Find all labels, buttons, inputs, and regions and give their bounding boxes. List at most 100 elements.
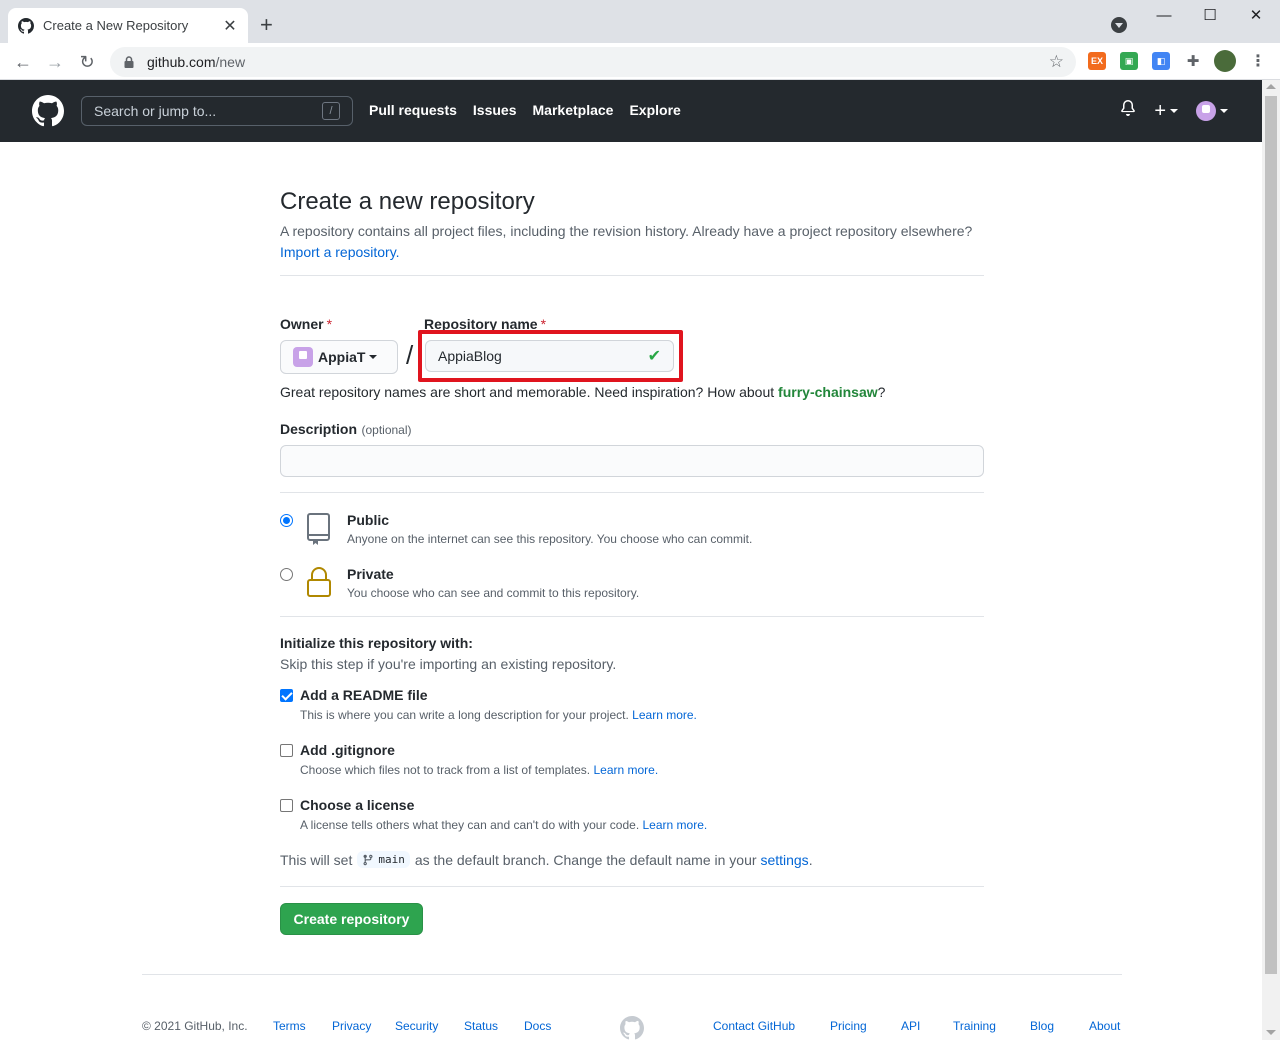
readme-description: This is where you can write a long descr… (300, 708, 629, 722)
nav-marketplace[interactable]: Marketplace (533, 102, 614, 118)
github-search-input[interactable]: Search or jump to... / (81, 96, 353, 126)
readme-learn-more-link[interactable]: Learn more. (632, 708, 697, 722)
github-header: Search or jump to... / Pull requests Iss… (0, 80, 1262, 142)
browser-tab[interactable]: Create a New Repository ✕ (8, 8, 248, 43)
footer-blog-link[interactable]: Blog (1030, 1019, 1054, 1033)
readme-title: Add a README file (300, 687, 428, 703)
bookmark-star-icon[interactable]: ☆ (1049, 52, 1064, 72)
nav-pull-requests[interactable]: Pull requests (369, 102, 457, 118)
url-host: github.com (147, 54, 216, 70)
github-footer-logo-icon[interactable] (620, 1016, 644, 1040)
hint-suggestion[interactable]: furry-chainsaw (778, 384, 878, 400)
maximize-icon[interactable]: ☐ (1187, 0, 1233, 30)
create-repository-button[interactable]: Create repository (280, 903, 423, 935)
url-path: /new (215, 54, 246, 70)
repository-name-input[interactable]: AppiaBlog ✔ (425, 340, 674, 372)
repository-name-value: AppiaBlog (438, 348, 502, 364)
window-close-icon[interactable]: ✕ (1233, 0, 1279, 30)
repo-book-icon (305, 512, 333, 546)
reload-icon[interactable]: ↻ (75, 50, 99, 74)
gitignore-learn-more-link[interactable]: Learn more. (593, 763, 658, 777)
private-description: You choose who can see and commit to thi… (347, 586, 640, 600)
init-subtitle: Skip this step if you're importing an ex… (280, 656, 617, 672)
gitignore-title: Add .gitignore (300, 742, 395, 758)
github-logo-icon[interactable] (32, 95, 64, 127)
divider (280, 275, 984, 276)
footer-status-link[interactable]: Status (464, 1019, 498, 1033)
visibility-public-option[interactable]: Public Anyone on the internet can see th… (280, 512, 752, 546)
forward-icon[interactable]: → (43, 50, 67, 74)
tab-search-icon[interactable] (1111, 17, 1127, 33)
nav-explore[interactable]: Explore (629, 102, 680, 118)
owner-select[interactable]: AppiaT (280, 340, 398, 374)
description-input[interactable] (280, 445, 984, 477)
license-description: A license tells others what they can and… (300, 818, 640, 832)
owner-repo-separator: / (406, 340, 414, 370)
footer-docs-link[interactable]: Docs (524, 1019, 551, 1033)
github-favicon-icon (18, 17, 34, 34)
tab-close-icon[interactable]: ✕ (222, 16, 238, 36)
browser-menu-icon[interactable]: ⋮ (1249, 52, 1267, 70)
scroll-up-icon[interactable] (1266, 84, 1276, 89)
footer-security-link[interactable]: Security (395, 1019, 438, 1033)
footer-api-link[interactable]: API (901, 1019, 920, 1033)
owner-label-text: Owner (280, 316, 324, 332)
git-branch-icon (362, 854, 374, 866)
page-lead: A repository contains all project files,… (280, 221, 984, 263)
nav-issues[interactable]: Issues (473, 102, 517, 118)
import-repository-link[interactable]: Import a repository. (280, 244, 400, 260)
search-placeholder: Search or jump to... (94, 103, 217, 119)
settings-link[interactable]: settings (760, 852, 808, 868)
extension-1-icon[interactable]: EX (1088, 52, 1106, 70)
search-shortcut-key: / (322, 102, 340, 120)
private-title: Private (347, 566, 394, 582)
avatar (1196, 100, 1216, 121)
footer-about-link[interactable]: About (1089, 1019, 1120, 1033)
license-title: Choose a license (300, 797, 415, 813)
branch-chip: main (357, 851, 410, 868)
license-learn-more-link[interactable]: Learn more. (643, 818, 708, 832)
footer-training-link[interactable]: Training (953, 1019, 996, 1033)
browser-toolbar: ← → ↻ github.com /new ☆ EX ▣ ◧ ✚ ⋮ (0, 43, 1280, 80)
owner-label: Owner * (280, 316, 332, 332)
lock-icon (305, 566, 333, 600)
name-hint: Great repository names are short and mem… (280, 384, 885, 400)
extension-3-icon[interactable]: ◧ (1152, 52, 1170, 70)
back-icon[interactable]: ← (11, 50, 35, 74)
create-new-dropdown[interactable]: + (1154, 101, 1178, 121)
chevron-down-icon (1170, 109, 1178, 114)
checkmark-icon: ✔ (647, 348, 661, 365)
new-tab-button[interactable]: + (260, 14, 273, 36)
notifications-bell-icon[interactable] (1120, 100, 1136, 121)
description-label: Description (optional) (280, 421, 412, 439)
browser-tabstrip: Create a New Repository ✕ + — ☐ ✕ (0, 0, 1280, 43)
divider (280, 616, 984, 617)
divider (280, 492, 984, 493)
branch-note-prefix: This will set (280, 851, 353, 868)
lock-icon (122, 55, 136, 69)
footer-privacy-link[interactable]: Privacy (332, 1019, 371, 1033)
page-title: Create a new repository (280, 188, 535, 215)
user-menu-dropdown[interactable] (1196, 100, 1228, 121)
visibility-private-option[interactable]: Private You choose who can see and commi… (280, 566, 639, 600)
footer-pricing-link[interactable]: Pricing (830, 1019, 867, 1033)
gitignore-checkbox[interactable] (280, 744, 293, 757)
github-nav: Pull requests Issues Marketplace Explore (369, 102, 681, 118)
public-radio[interactable] (280, 514, 293, 527)
footer-terms-link[interactable]: Terms (273, 1019, 306, 1033)
branch-note-middle: as the default branch. Change the defaul… (414, 851, 757, 868)
license-checkbox[interactable] (280, 799, 293, 812)
divider (280, 886, 984, 887)
description-optional: (optional) (361, 423, 412, 437)
profile-avatar-icon[interactable] (1214, 50, 1236, 72)
minimize-icon[interactable]: — (1141, 0, 1187, 30)
private-radio[interactable] (280, 568, 293, 581)
extension-2-icon[interactable]: ▣ (1120, 52, 1138, 70)
scrollbar-thumb[interactable] (1265, 96, 1277, 974)
scroll-down-icon[interactable] (1266, 1030, 1276, 1035)
chevron-down-icon (369, 355, 378, 359)
footer-contact-link[interactable]: Contact GitHub (713, 1019, 795, 1033)
address-bar[interactable]: github.com /new ☆ (110, 47, 1076, 77)
extensions-puzzle-icon[interactable]: ✚ (1184, 52, 1202, 70)
readme-checkbox[interactable] (280, 689, 293, 702)
